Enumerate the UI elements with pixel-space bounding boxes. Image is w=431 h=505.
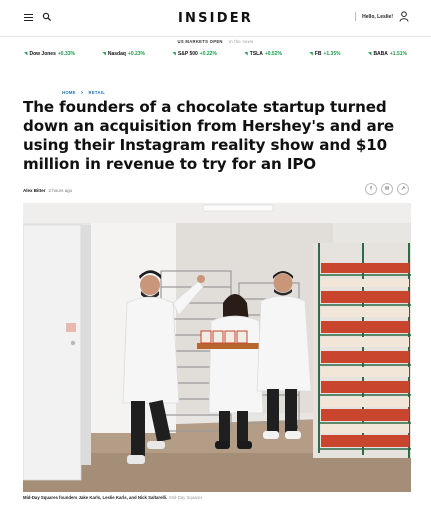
up-arrow-icon: ◥ [102, 51, 106, 56]
ticker-tsla[interactable]: ◥ TSLA +0.52% [244, 51, 282, 57]
greeting-text[interactable]: Hello, Leslie! [362, 14, 393, 20]
ticker-name: BABA [373, 51, 388, 57]
ticker-fb[interactable]: ◥ FB +1.35% [309, 51, 340, 57]
ticker-list: ◥ Dow Jones +0.33% ◥ Nasdaq +0.23% ◥ S&P… [24, 51, 407, 57]
caption-text: Mid-Day Squares founders Jake Karls, Les… [23, 495, 168, 500]
up-arrow-icon: ◥ [367, 51, 372, 56]
photo-credit: Mid-Day Squares [169, 495, 203, 500]
photo-caption: Mid-Day Squares founders Jake Karls, Les… [23, 495, 202, 500]
ticker-change: +1.35% [323, 51, 341, 57]
ticker-baba[interactable]: ◥ BABA +1.51% [368, 51, 407, 57]
author-link[interactable]: Alex Bitter [23, 188, 46, 193]
byline: Alex Bitter 2 hours ago [23, 188, 72, 193]
ticker-sp500[interactable]: ◥ S&P 500 +0.22% [172, 51, 217, 57]
ticker-name: Dow Jones [29, 51, 56, 57]
ticker-name: TSLA [249, 51, 263, 57]
markets-bar: US MARKETS OPEN In the news ◥ Dow Jones +… [0, 36, 431, 64]
ticker-change: +0.22% [199, 51, 217, 57]
top-navigation: INSIDER Hello, Leslie! [0, 0, 431, 36]
up-arrow-icon: ◥ [244, 51, 248, 56]
up-arrow-icon: ◥ [172, 51, 176, 56]
ticker-change: +0.33% [57, 51, 75, 57]
ticker-nasdaq[interactable]: ◥ Nasdaq +0.23% [102, 51, 145, 57]
divider [355, 12, 357, 21]
share-icon[interactable]: ↗ [397, 183, 409, 195]
ticker-change: +1.51% [389, 51, 407, 57]
ticker-change: +0.52% [264, 51, 282, 57]
markets-in-the-news[interactable]: In the news [229, 39, 254, 44]
share-buttons: f ✉ ↗ [365, 183, 409, 195]
up-arrow-icon: ◥ [309, 51, 313, 56]
user-icon[interactable] [399, 11, 409, 22]
markets-status: US MARKETS OPEN In the news [0, 39, 431, 44]
breadcrumb-retail[interactable]: RETAIL [89, 90, 106, 95]
markets-status-text: US MARKETS OPEN [177, 39, 223, 44]
ticker-name: S&P 500 [177, 51, 198, 57]
ticker-name: FB [314, 51, 322, 57]
article-headline: The founders of a chocolate startup turn… [23, 98, 395, 173]
publish-time: 2 hours ago [48, 188, 73, 193]
ticker-dow-jones[interactable]: ◥ Dow Jones +0.33% [24, 51, 75, 57]
ticker-name: Nasdaq [107, 51, 126, 57]
breadcrumb-home[interactable]: HOME [62, 90, 76, 95]
breadcrumb-separator: > [80, 90, 84, 95]
account-area: Hello, Leslie! [355, 11, 409, 22]
breadcrumb: HOME > RETAIL [62, 90, 105, 95]
up-arrow-icon: ◥ [24, 51, 28, 56]
ticker-change: +0.23% [127, 51, 146, 57]
email-icon[interactable]: ✉ [381, 183, 393, 195]
hero-image [23, 203, 411, 492]
facebook-icon[interactable]: f [365, 183, 377, 195]
